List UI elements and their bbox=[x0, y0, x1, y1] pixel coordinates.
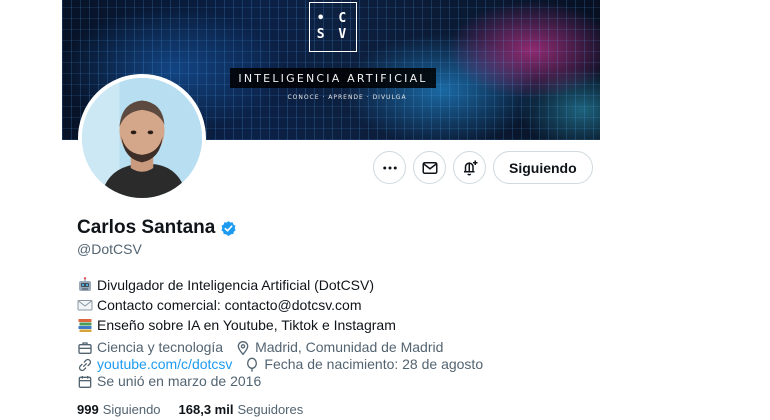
link-icon bbox=[78, 358, 92, 371]
following-stat[interactable]: 999 Siguiendo bbox=[77, 402, 161, 417]
category-text: Ciencia y tecnología bbox=[97, 339, 224, 355]
message-button[interactable] bbox=[413, 151, 446, 184]
bio-text: Divulgador de Inteligencia Artificial (D… bbox=[97, 277, 375, 293]
meta-row: Ciencia y tecnología Madrid, Comunidad d… bbox=[77, 339, 577, 356]
birthday-item: Fecha de nacimiento: 28 de agosto bbox=[244, 356, 483, 373]
location-pin-icon bbox=[237, 340, 249, 355]
bio-text: Contacto comercial: contacto@dotcsv.com bbox=[97, 297, 362, 313]
location-item: Madrid, Comunidad de Madrid bbox=[235, 339, 443, 356]
followers-stat[interactable]: 168,3 mil Seguidores bbox=[179, 402, 304, 417]
banner-logo: • C S V bbox=[309, 2, 357, 52]
verified-badge-icon[interactable] bbox=[220, 220, 237, 237]
profile-actions: Siguiendo bbox=[373, 151, 593, 184]
website-item[interactable]: youtube.com/c/dotcsv bbox=[77, 356, 232, 373]
meta-row: youtube.com/c/dotcsv Fecha de nacimiento… bbox=[77, 356, 577, 373]
joined-item: Se unió en marzo de 2016 bbox=[77, 373, 261, 390]
profile-bio: Divulgador de Inteligencia Artificial (D… bbox=[77, 275, 396, 335]
followers-label: Seguidores bbox=[237, 402, 304, 417]
profile-handle: @DotCSV bbox=[77, 241, 142, 257]
books-emoji-icon bbox=[78, 319, 92, 332]
meta-row: Se unió en marzo de 2016 bbox=[77, 373, 577, 390]
joined-text: Se unió en marzo de 2016 bbox=[97, 373, 262, 389]
profile-name: Carlos Santana bbox=[77, 217, 216, 238]
profile-name-row: Carlos Santana bbox=[77, 217, 237, 239]
banner-logo-line2: S V bbox=[316, 27, 350, 42]
website-link[interactable]: youtube.com/c/dotcsv bbox=[97, 356, 232, 373]
envelope-emoji-icon bbox=[77, 300, 93, 311]
more-button[interactable] bbox=[373, 151, 406, 184]
bell-plus-icon bbox=[463, 160, 477, 175]
banner-subtitle: CONOCE · APRENDE · DIVULGA bbox=[287, 94, 407, 101]
category-item: Ciencia y tecnología bbox=[77, 339, 223, 356]
profile-card: • C S V INTELIGENCIA ARTIFICIAL CONOCE ·… bbox=[62, 0, 600, 420]
followers-count: 168,3 mil bbox=[178, 402, 234, 417]
calendar-icon bbox=[78, 375, 92, 388]
birthday-text: Fecha de nacimiento: 28 de agosto bbox=[264, 356, 484, 372]
robot-emoji-icon bbox=[79, 277, 91, 291]
mail-icon bbox=[422, 161, 437, 174]
avatar-photo bbox=[82, 78, 202, 198]
following-count: 999 bbox=[77, 402, 99, 417]
profile-stats: 999 Siguiendo 168,3 mil Seguidores bbox=[77, 402, 303, 417]
bio-line: Divulgador de Inteligencia Artificial (D… bbox=[77, 275, 396, 295]
banner-title: INTELIGENCIA ARTIFICIAL bbox=[230, 68, 436, 88]
balloon-icon bbox=[247, 357, 258, 372]
location-text: Madrid, Comunidad de Madrid bbox=[255, 339, 444, 355]
avatar[interactable] bbox=[78, 74, 206, 202]
bio-line: Enseño sobre IA en Youtube, Tiktok e Ins… bbox=[77, 315, 396, 335]
bio-text: Enseño sobre IA en Youtube, Tiktok e Ins… bbox=[97, 317, 396, 333]
following-label: Siguiendo bbox=[102, 402, 161, 417]
notifications-button[interactable] bbox=[453, 151, 486, 184]
bio-line: Contacto comercial: contacto@dotcsv.com bbox=[77, 295, 396, 315]
banner-logo-line1: • C bbox=[316, 11, 350, 26]
briefcase-icon bbox=[78, 341, 92, 354]
profile-meta: Ciencia y tecnología Madrid, Comunidad d… bbox=[77, 339, 577, 390]
following-button[interactable]: Siguiendo bbox=[493, 151, 593, 184]
more-icon bbox=[382, 166, 397, 169]
